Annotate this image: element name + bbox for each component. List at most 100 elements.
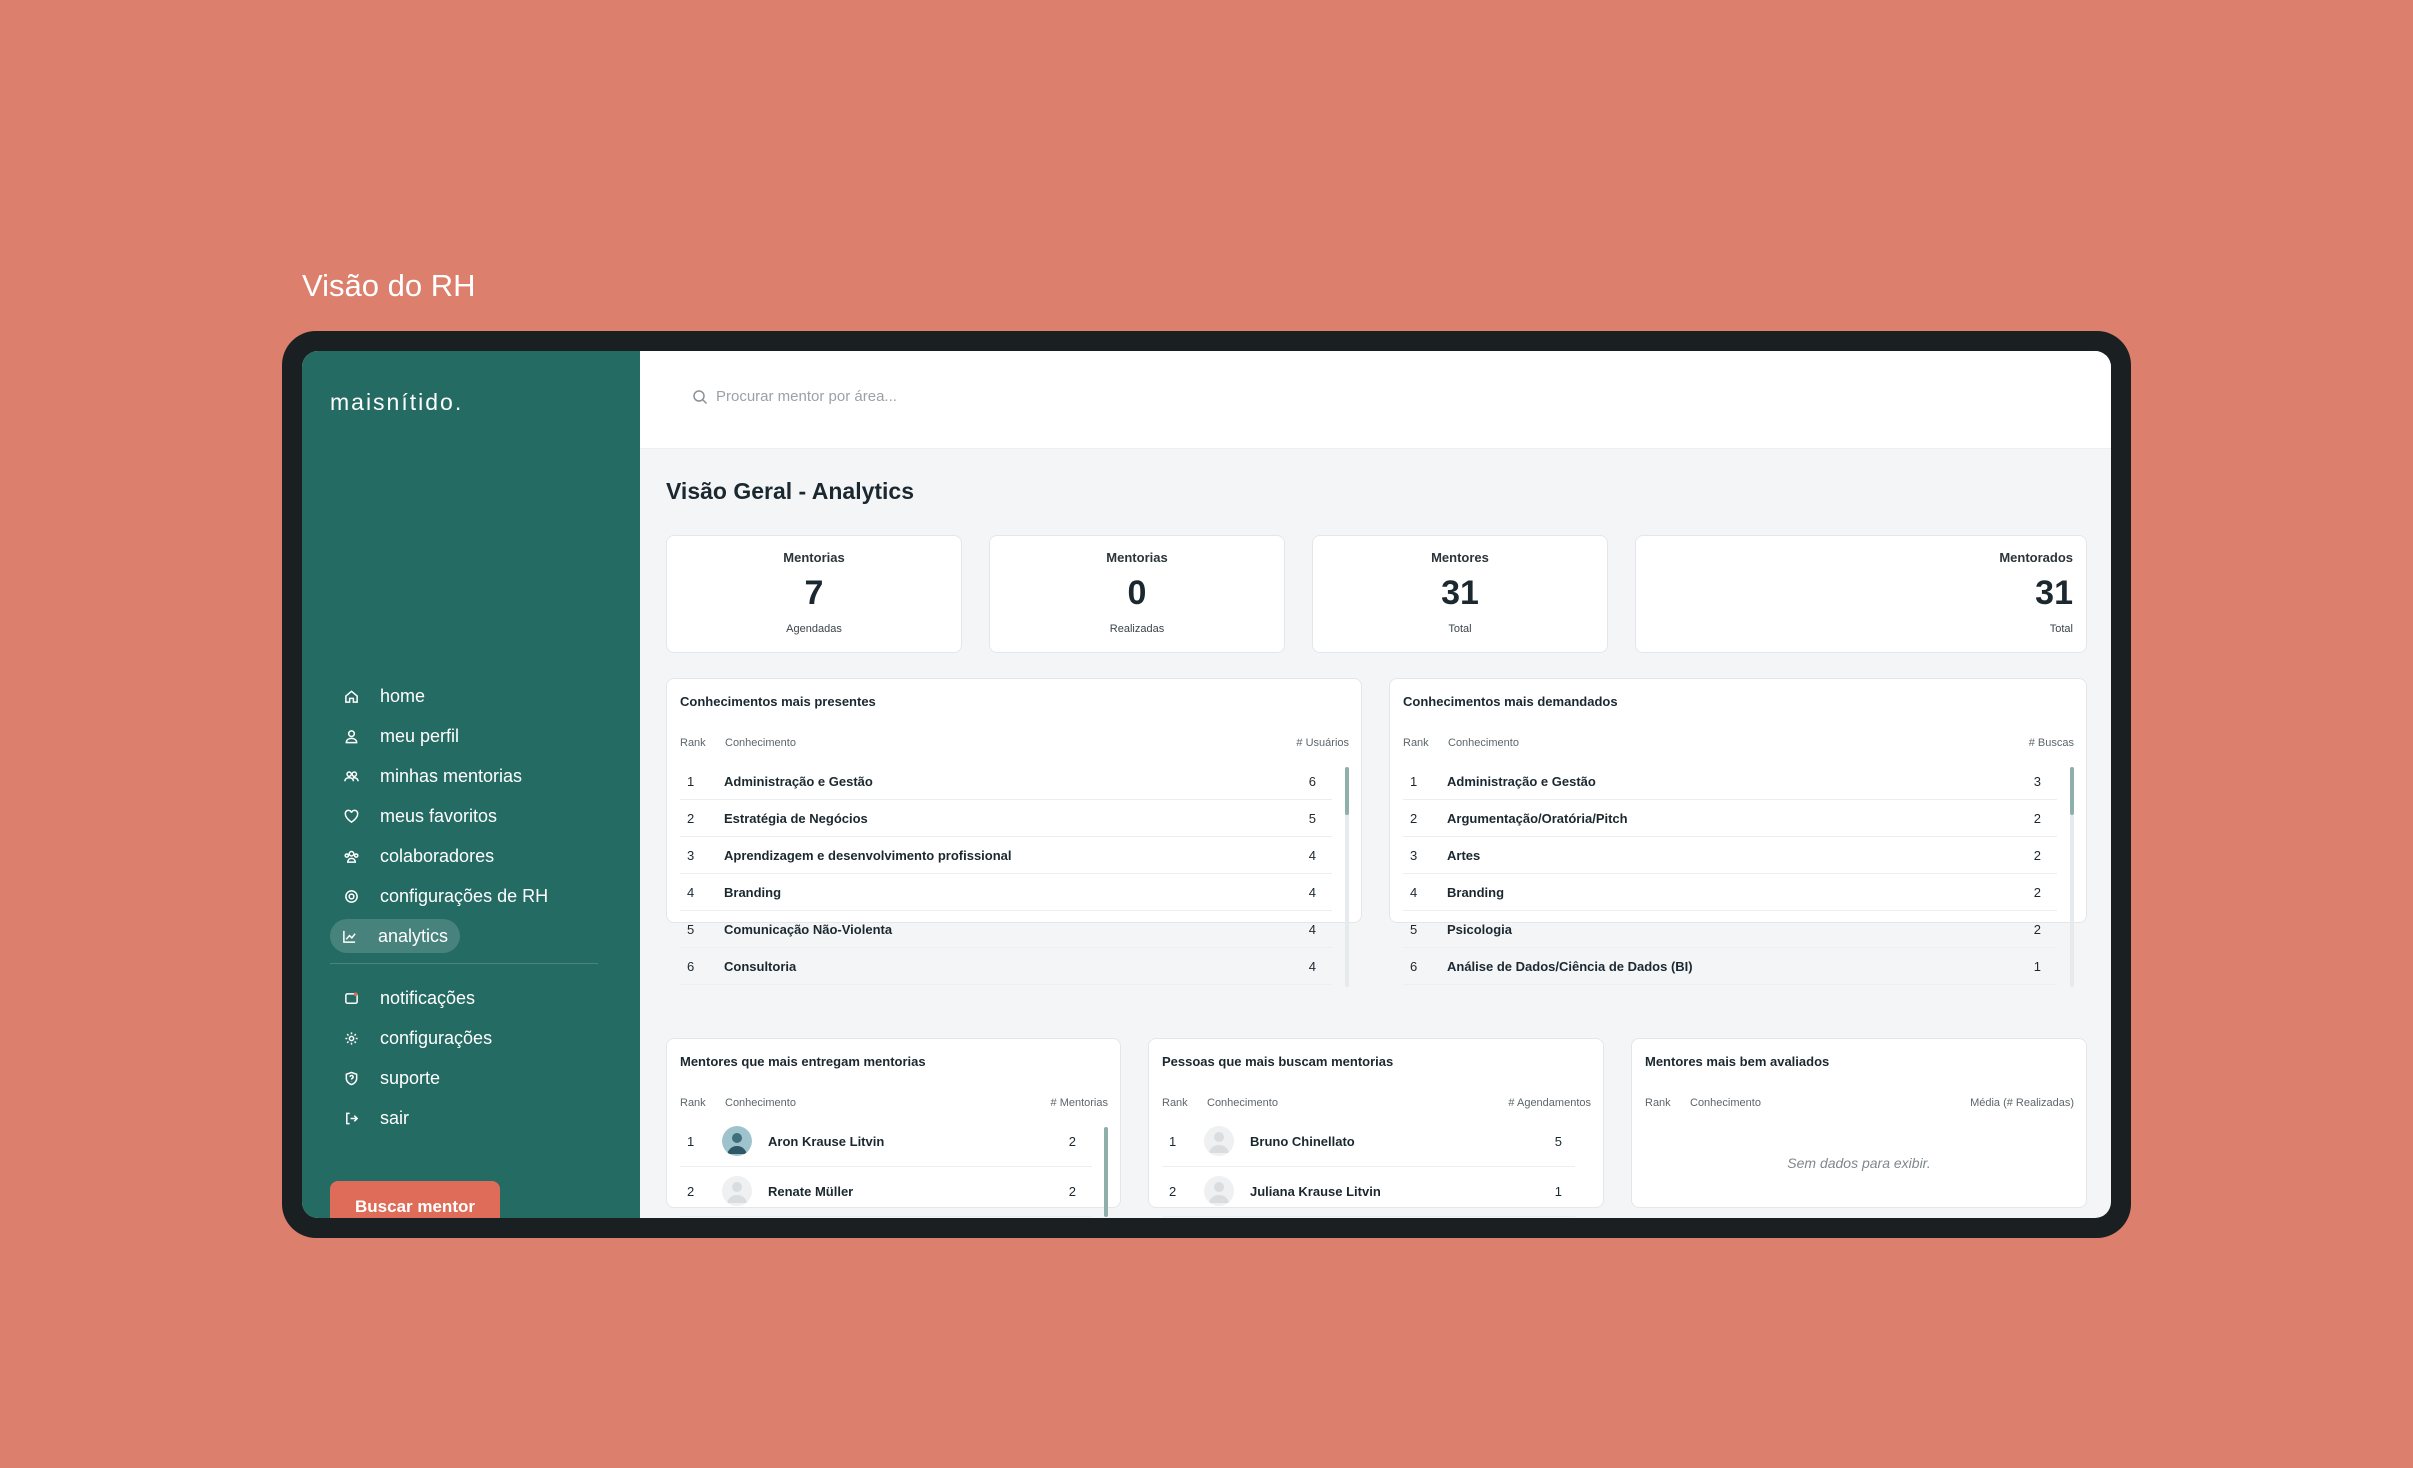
user-icon bbox=[342, 727, 360, 745]
panel-pessoas-buscam: Pessoas que mais buscam mentorias Rank C… bbox=[1148, 1038, 1604, 1217]
sidebar-item-meu-perfil[interactable]: meu perfil bbox=[330, 719, 598, 753]
search-mentor-button[interactable]: Buscar mentor bbox=[330, 1181, 500, 1218]
table-row[interactable]: 1 Administração e Gestão 6 bbox=[680, 763, 1332, 800]
table-row[interactable]: 2 Renate Müller 2 bbox=[680, 1167, 1092, 1217]
table-row[interactable]: 3 Aprendizagem e desenvolvimento profissi… bbox=[680, 837, 1332, 874]
table-row[interactable]: 6 Análise de Dados/Ciência de Dados (BI) 1 bbox=[1403, 948, 2057, 985]
gear-icon bbox=[342, 1029, 360, 1047]
home-icon bbox=[342, 687, 360, 705]
rank-cell: 2 bbox=[687, 811, 695, 826]
table-row[interactable]: 1 Bruno Chinellato 5 bbox=[1162, 1117, 1575, 1167]
scrollbar[interactable] bbox=[2070, 767, 2074, 987]
top-bar bbox=[640, 351, 2111, 449]
sidebar-item-label: configurações de RH bbox=[380, 885, 549, 906]
name-cell: Juliana Krause Litvin bbox=[1250, 1184, 1381, 1199]
value-cell: 4 bbox=[1308, 959, 1316, 974]
sidebar-item-label: home bbox=[380, 685, 426, 706]
scrollbar[interactable] bbox=[1104, 1127, 1108, 1217]
sidebar-item-notificacoes[interactable]: notificações bbox=[330, 981, 598, 1015]
stat-value: 7 bbox=[804, 574, 824, 612]
app-screen: maisnítido. home meu perfil minhas mento… bbox=[302, 351, 2111, 1218]
value-cell: 4 bbox=[1308, 922, 1316, 937]
table-row[interactable]: 4 Branding 4 bbox=[680, 874, 1332, 911]
value-cell: 2 bbox=[2033, 811, 2041, 826]
value-cell: 2 bbox=[1068, 1184, 1076, 1199]
sidebar-item-configuracoes[interactable]: configurações bbox=[330, 1021, 598, 1055]
sidebar-item-colaboradores[interactable]: colaboradores bbox=[330, 839, 598, 873]
logout-icon bbox=[342, 1109, 360, 1127]
name-cell: Artes bbox=[1447, 848, 1481, 863]
sidebar-item-label: analytics bbox=[377, 925, 448, 946]
rank-cell: 3 bbox=[687, 848, 695, 863]
name-cell: Consultoria bbox=[724, 959, 797, 974]
empty-state-text: Sem dados para exibir. bbox=[1787, 1155, 1931, 1171]
sidebar-item-label: configurações bbox=[380, 1027, 493, 1048]
column-header-rank: Rank bbox=[1162, 1097, 1188, 1109]
users-icon bbox=[342, 767, 360, 785]
table-row[interactable]: 1 Administração e Gestão 3 bbox=[1403, 763, 2057, 800]
scrollbar-thumb[interactable] bbox=[1345, 767, 1349, 815]
rank-cell: 1 bbox=[687, 774, 695, 789]
name-cell: Bruno Chinellato bbox=[1250, 1134, 1355, 1149]
stat-label: Mentorados bbox=[1999, 550, 2073, 565]
table-row[interactable]: 1 Aron Krause Litvin 2 bbox=[680, 1117, 1092, 1167]
sidebar-item-analytics[interactable]: analytics bbox=[330, 919, 460, 953]
value-cell: 5 bbox=[1554, 1134, 1562, 1149]
rank-cell: 6 bbox=[1410, 959, 1418, 974]
stat-card-mentorados: Mentorados 31 Total bbox=[1635, 535, 2087, 653]
sidebar-item-label: notificações bbox=[380, 987, 476, 1008]
rank-cell: 1 bbox=[1169, 1134, 1177, 1149]
app-logo[interactable]: maisnítido. bbox=[330, 389, 463, 416]
main-content: Visão Geral - Analytics Mentorias 7 Agen… bbox=[640, 351, 2111, 1218]
sidebar-nav: home meu perfil minhas mentorias meus fa… bbox=[330, 679, 598, 1141]
avatar-placeholder-icon bbox=[1204, 1176, 1234, 1206]
page-title: Visão Geral - Analytics bbox=[666, 478, 915, 504]
sidebar-item-home[interactable]: home bbox=[330, 679, 598, 713]
panel-title: Conhecimentos mais presentes bbox=[680, 694, 876, 709]
rank-cell: 2 bbox=[1410, 811, 1418, 826]
device-frame: maisnítido. home meu perfil minhas mento… bbox=[282, 331, 2131, 1238]
scrollbar-thumb[interactable] bbox=[1104, 1127, 1108, 1217]
column-header-rank: Rank bbox=[680, 1097, 706, 1109]
column-header-conhecimento: Conhecimento bbox=[1448, 737, 1519, 749]
scrollbar-thumb[interactable] bbox=[2070, 767, 2074, 815]
sidebar-item-configuracoes-rh[interactable]: configurações de RH bbox=[330, 879, 598, 913]
rank-cell: 4 bbox=[1410, 885, 1418, 900]
search-bar bbox=[692, 388, 1292, 405]
stat-label: Mentorias bbox=[1106, 550, 1168, 565]
table-row[interactable]: 5 Psicologia 2 bbox=[1403, 911, 2057, 948]
table-row[interactable]: 2 Argumentação/Oratória/Pitch 2 bbox=[1403, 800, 2057, 837]
sidebar-item-sair[interactable]: sair bbox=[330, 1101, 598, 1135]
search-input[interactable] bbox=[716, 388, 1116, 405]
column-header-count: # Buscas bbox=[2028, 737, 2074, 749]
sidebar-item-minhas-mentorias[interactable]: minhas mentorias bbox=[330, 759, 598, 793]
rank-cell: 4 bbox=[687, 885, 695, 900]
table-row[interactable]: 2 Juliana Krause Litvin 1 bbox=[1162, 1167, 1575, 1217]
column-header-conhecimento: Conhecimento bbox=[1207, 1097, 1278, 1109]
table-row[interactable]: 3 Artes 2 bbox=[1403, 837, 2057, 874]
table-row[interactable]: 6 Consultoria 4 bbox=[680, 948, 1332, 985]
ranking-list: 1 Administração e Gestão 3 2 Argumentação/O… bbox=[1403, 763, 2057, 985]
value-cell: 4 bbox=[1308, 848, 1316, 863]
scrollbar[interactable] bbox=[1345, 767, 1349, 987]
rank-cell: 2 bbox=[687, 1184, 695, 1199]
rank-cell: 1 bbox=[687, 1134, 695, 1149]
rank-cell: 1 bbox=[1410, 774, 1418, 789]
sidebar-item-suporte[interactable]: suporte bbox=[330, 1061, 598, 1095]
ranking-list: 1 Administração e Gestão 6 2 Estratégia de … bbox=[680, 763, 1332, 985]
column-header-count: # Usuários bbox=[1296, 737, 1349, 749]
name-cell: Argumentação/Oratória/Pitch bbox=[1447, 811, 1628, 826]
table-row[interactable]: 4 Branding 2 bbox=[1403, 874, 2057, 911]
name-cell: Aprendizagem e desenvolvimento profissio… bbox=[724, 848, 1012, 863]
table-row[interactable]: 5 Comunicação Não-Violenta 4 bbox=[680, 911, 1332, 948]
ranking-list: 1 Bruno Chinellato 5 2 Juliana Krause Li… bbox=[1162, 1117, 1575, 1217]
stat-card-realizadas: Mentorias 0 Realizadas bbox=[989, 535, 1285, 653]
panel-conhecimentos-demandados: Conhecimentos mais demandados Rank Conhe… bbox=[1389, 678, 2087, 987]
sidebar-item-meus-favoritos[interactable]: meus favoritos bbox=[330, 799, 598, 833]
nav-divider bbox=[330, 963, 598, 964]
table-row[interactable]: 2 Estratégia de Negócios 5 bbox=[680, 800, 1332, 837]
sidebar-item-label: sair bbox=[380, 1107, 410, 1128]
stat-sublabel: Total bbox=[2049, 623, 2073, 635]
showcase-caption: Visão do RH bbox=[302, 268, 476, 303]
stat-label: Mentores bbox=[1431, 550, 1489, 565]
